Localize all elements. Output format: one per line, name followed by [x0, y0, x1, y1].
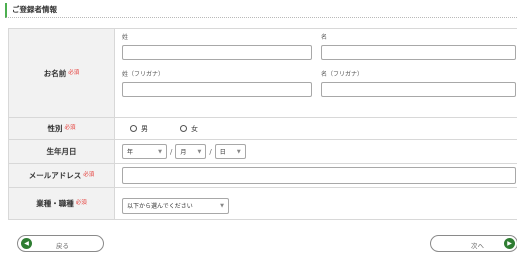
gender-field-cell: 男 女: [114, 117, 517, 140]
gender-label-cell: 性別 必須: [8, 117, 115, 140]
dob-label: 生年月日: [46, 147, 77, 156]
next-button-label: 次へ: [471, 242, 484, 250]
chevron-right-icon: ▶: [504, 238, 515, 249]
email-label-cell: メールアドレス 必須: [8, 163, 115, 188]
name-row: お名前 必須 姓 名 姓（フリガナ） 名（フリガナ）: [8, 28, 517, 118]
section-header: ご登録者情報: [5, 3, 517, 18]
dob-month-value: 月: [180, 149, 187, 156]
dob-day-select[interactable]: 日 ▼: [214, 144, 246, 159]
first-name-kana-label: 名（フリガナ）: [321, 71, 364, 78]
occupation-label-cell: 業種・職種 必須: [8, 187, 115, 220]
last-name-input[interactable]: [122, 45, 312, 60]
next-button[interactable]: 次へ ▶: [430, 235, 517, 252]
last-name-kana-label: 姓（フリガナ）: [122, 71, 165, 78]
chevron-down-icon: ▼: [197, 148, 202, 155]
occupation-select[interactable]: 以下から選んでください ▼: [122, 197, 229, 214]
radio-circle-icon[interactable]: [180, 125, 187, 132]
first-name-input[interactable]: [321, 45, 516, 60]
dob-row: 生年月日 年 ▼ / 月 ▼ / 日 ▼: [8, 139, 517, 164]
last-name-kana-input[interactable]: [122, 82, 312, 97]
last-name-label: 姓: [122, 34, 129, 41]
name-label-cell: お名前 必須: [8, 28, 115, 118]
first-name-label: 名: [321, 34, 328, 41]
email-row: メールアドレス 必須: [8, 163, 517, 188]
dob-year-value: 年: [127, 149, 134, 156]
registration-form: お名前 必須 姓 名 姓（フリガナ） 名（フリガナ） 性別 必須 男 女 生年月…: [8, 28, 517, 220]
section-title: ご登録者情報: [12, 5, 57, 14]
occupation-field-cell: 以下から選んでください ▼: [114, 187, 517, 220]
dob-day-value: 日: [219, 149, 226, 156]
first-name-kana-input[interactable]: [321, 82, 516, 97]
dob-month-select[interactable]: 月 ▼: [175, 144, 207, 159]
chevron-down-icon: ▼: [158, 148, 162, 155]
occupation-selected-value: 以下から選んでください: [127, 203, 193, 211]
chevron-down-icon: ▼: [220, 202, 224, 209]
date-separator: /: [170, 147, 173, 156]
gender-radio-male[interactable]: 男: [130, 124, 148, 134]
back-button[interactable]: ◀ 戻る: [17, 235, 104, 252]
email-label: メールアドレス: [28, 171, 82, 180]
gender-option-label: 男: [141, 124, 148, 133]
email-input[interactable]: [122, 167, 516, 184]
gender-option-label: 女: [191, 124, 198, 133]
gender-radio-female[interactable]: 女: [180, 124, 198, 134]
gender-row: 性別 必須 男 女: [8, 117, 517, 140]
email-field-cell: [114, 163, 517, 188]
name-label: お名前: [43, 68, 67, 78]
dob-label-cell: 生年月日: [8, 139, 115, 164]
chevron-left-icon: ◀: [21, 238, 32, 249]
dob-field-cell: 年 ▼ / 月 ▼ / 日 ▼: [114, 139, 517, 164]
occupation-label: 業種・職種: [36, 199, 74, 208]
dob-year-select[interactable]: 年 ▼: [122, 144, 167, 159]
chevron-down-icon: ▼: [236, 148, 241, 155]
gender-label: 性別: [47, 124, 63, 133]
date-separator: /: [209, 147, 212, 156]
occupation-row: 業種・職種 必須 以下から選んでください ▼: [8, 187, 517, 220]
name-field-cell: 姓 名 姓（フリガナ） 名（フリガナ）: [114, 28, 517, 118]
required-badge: 必須: [75, 200, 87, 206]
radio-circle-icon[interactable]: [130, 125, 137, 132]
required-badge: 必須: [83, 172, 95, 178]
required-badge: 必須: [64, 125, 76, 131]
required-badge: 必須: [68, 69, 80, 76]
back-button-label: 戻る: [56, 242, 69, 250]
